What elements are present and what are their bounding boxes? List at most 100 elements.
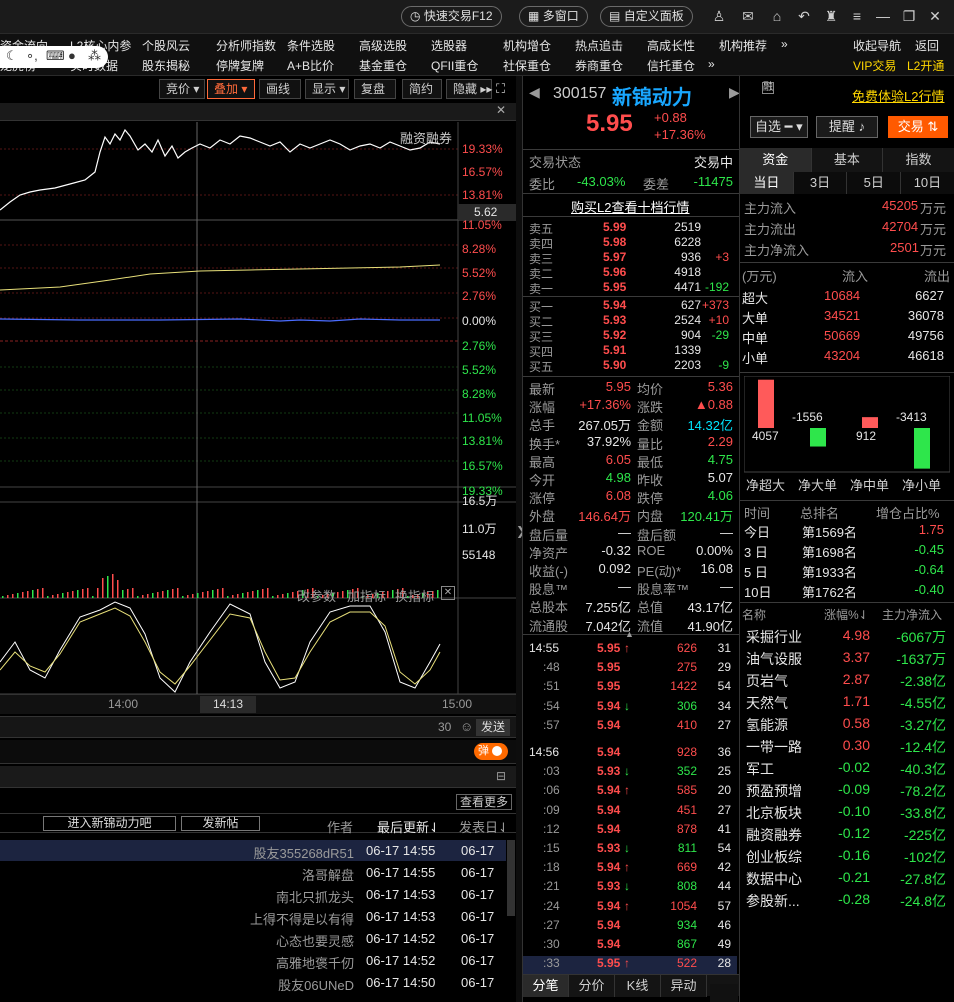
tick-row[interactable]: :09 5.94 451 27	[523, 803, 737, 821]
forum-row[interactable]: 南北只抓龙头 06-17 14:53 06-17	[0, 884, 506, 905]
tick-row[interactable]: 14:55 5.95 ↑ 626 31	[523, 641, 737, 659]
tick-row[interactable]: :12 5.94 878 41	[523, 822, 737, 840]
quote-tab[interactable]: 异动	[661, 975, 707, 997]
toolbar-button[interactable]: 竞价 ▾	[159, 79, 205, 99]
home-icon[interactable]: ⌂	[768, 7, 786, 25]
fund-tab[interactable]: 基本	[811, 148, 884, 172]
tick-row[interactable]: :57 5.94 410 27	[523, 718, 737, 736]
sector-name-header[interactable]: 名称	[742, 606, 766, 623]
quote-tab[interactable]: K线	[615, 975, 661, 997]
prev-stock-icon[interactable]: ◀	[529, 84, 540, 101]
sector-net-header[interactable]: 主力净流入	[882, 606, 942, 623]
menu-item[interactable]: VIP交易	[853, 57, 896, 74]
close-indicator-icon[interactable]: ✕	[441, 586, 455, 600]
enter-bar-button[interactable]: 进入新锦动力吧	[43, 816, 176, 831]
menu-item[interactable]: 高成长性	[647, 37, 695, 54]
menu-item[interactable]: 选股器	[431, 37, 467, 54]
toolbar-button[interactable]: 画线	[259, 79, 301, 99]
tick-row[interactable]: :27 5.94 934 46	[523, 918, 737, 936]
indicator-control[interactable]: 改参数	[297, 586, 336, 605]
menu-item[interactable]: 信托重仓	[647, 57, 695, 74]
menu-item[interactable]: 机构推荐	[719, 37, 767, 54]
tick-row[interactable]: :51 5.95 1422 54	[523, 679, 737, 697]
bid-row[interactable]: 买三 5.92 904 -29	[529, 328, 737, 344]
fullscreen-icon[interactable]: ⛶	[496, 81, 512, 97]
ask-row[interactable]: 卖二 5.96 4918	[529, 265, 737, 281]
danmu-toggle[interactable]: 弹	[474, 743, 508, 760]
forum-row[interactable]: 心态也要灵感 06-17 14:52 06-17	[0, 928, 506, 949]
forum-row[interactable]: 股友06UNeD 06-17 14:50 06-17	[0, 972, 506, 993]
tick-row[interactable]: :24 5.94 ↑ 1054 57	[523, 899, 737, 917]
person-icon[interactable]: ●	[68, 48, 76, 63]
menu-item[interactable]: 社保重仓	[503, 57, 551, 74]
tick-row[interactable]: :48 5.95 275 29	[523, 660, 737, 678]
menu-item[interactable]: »	[781, 37, 788, 51]
toolbar-button[interactable]: 叠加 ▾	[207, 79, 255, 99]
ask-row[interactable]: 卖三 5.97 936 +3	[529, 250, 737, 266]
toolbar-button[interactable]: 简约	[402, 79, 442, 99]
sector-row[interactable]: 一带一路 0.30 -12.4亿	[744, 737, 952, 757]
indicator-control[interactable]: 换指标	[395, 586, 434, 605]
sector-row[interactable]: 氢能源 0.58 -3.27亿	[744, 715, 952, 735]
sector-row[interactable]: 创业板综 -0.16 -102亿	[744, 847, 952, 867]
sector-row[interactable]: 数据中心 -0.21 -27.8亿	[744, 869, 952, 889]
tick-row[interactable]: :15 5.93 ↓ 811 54	[523, 841, 737, 859]
chat-input-bar[interactable]: 30 ☺ 发送	[0, 716, 516, 738]
period-tab[interactable]: 当日	[740, 172, 794, 194]
user-icon[interactable]: ♙	[710, 7, 728, 25]
keyboard-icon[interactable]: ⌨	[46, 48, 65, 64]
trade-button[interactable]: 交易 ⇅	[888, 116, 948, 138]
toolbar-button[interactable]: 隐藏 ▸▸	[446, 79, 492, 99]
l2-trial-link[interactable]: 免费体验L2行情	[852, 86, 944, 105]
forum-row[interactable]: 洛哥解盘 06-17 14:55 06-17	[0, 862, 506, 883]
period-tab[interactable]: 10日	[901, 172, 954, 194]
scrollbar[interactable]	[507, 840, 515, 916]
moon-icon[interactable]: ☾	[6, 48, 18, 64]
emoji-icon[interactable]: ☺	[460, 719, 473, 734]
bid-row[interactable]: 买二 5.93 2524 +10	[529, 313, 737, 329]
toolbar-button[interactable]: 显示 ▾	[305, 79, 349, 99]
custom-panel-button[interactable]: ▤ 自定义面板	[600, 6, 693, 27]
menu-item[interactable]: »	[708, 57, 715, 71]
tick-row[interactable]: :33 5.95 ↑ 522 28	[523, 956, 737, 975]
back-icon[interactable]: ↶	[795, 7, 813, 25]
forum-row[interactable]: 高雅地褒千仞 06-17 14:52 06-17	[0, 950, 506, 971]
menu-item[interactable]: 收起导航	[853, 37, 901, 54]
sector-row[interactable]: 融资融券 -0.12 -225亿	[744, 825, 952, 845]
sector-row[interactable]: 采掘行业 4.98 -6067万	[744, 627, 952, 647]
alert-button[interactable]: 提醒 ♪	[816, 116, 878, 138]
buy-l2-link[interactable]: 购买L2查看十档行情	[571, 197, 689, 216]
menu-item[interactable]: 热点追击	[575, 37, 623, 54]
pin-icon[interactable]: ⊟	[496, 769, 506, 783]
skin-icon[interactable]: ♜	[822, 7, 840, 25]
bid-row[interactable]: 买四 5.91 1339	[529, 343, 737, 359]
restore-icon[interactable]: ❐	[900, 7, 918, 25]
quick-trade-button[interactable]: ◷ 快速交易F12	[401, 6, 502, 27]
forum-row[interactable]: 股友355268dR51 06-17 14:55 06-17	[0, 840, 506, 861]
bid-row[interactable]: 买一 5.94 627 +373	[529, 298, 737, 314]
menu-item[interactable]: 个股风云	[142, 37, 190, 54]
dots-icon[interactable]: ∘,	[26, 48, 38, 64]
bid-row[interactable]: 买五 5.90 2203 -9	[529, 358, 737, 374]
menu-item[interactable]: A+B比价	[287, 57, 334, 74]
view-more-button[interactable]: 查看更多	[456, 794, 513, 810]
menu-item[interactable]: 停牌复牌	[216, 57, 264, 74]
ask-row[interactable]: 卖五 5.99 2519	[529, 220, 737, 236]
tick-row[interactable]: :03 5.93 ↓ 352 25	[523, 764, 737, 782]
forum-row[interactable]: 上得不得是以有得 06-17 14:53 06-17	[0, 906, 506, 927]
fund-tab[interactable]: 指数	[883, 148, 954, 172]
menu-item[interactable]: QFII重仓	[431, 57, 478, 74]
sector-row[interactable]: 参股新... -0.28 -24.8亿	[744, 891, 952, 911]
apps-icon[interactable]: ⁂	[88, 48, 101, 64]
menu-item[interactable]: 条件选股	[287, 37, 335, 54]
indicator-control[interactable]: 加指标	[347, 586, 386, 605]
menu-item[interactable]: 高级选股	[359, 37, 407, 54]
col-posted[interactable]: 发表日⇃	[459, 817, 509, 836]
new-post-button[interactable]: 发新帖	[181, 816, 260, 831]
tick-row[interactable]: :06 5.94 ↑ 585 20	[523, 783, 737, 801]
sector-pct-header[interactable]: 涨幅%⇃	[824, 606, 869, 623]
close-icon[interactable]: ✕	[496, 103, 506, 117]
period-tab[interactable]: 5日	[847, 172, 902, 194]
quote-tab[interactable]: 分价	[569, 975, 615, 997]
quote-tab[interactable]: 分笔	[523, 975, 569, 997]
